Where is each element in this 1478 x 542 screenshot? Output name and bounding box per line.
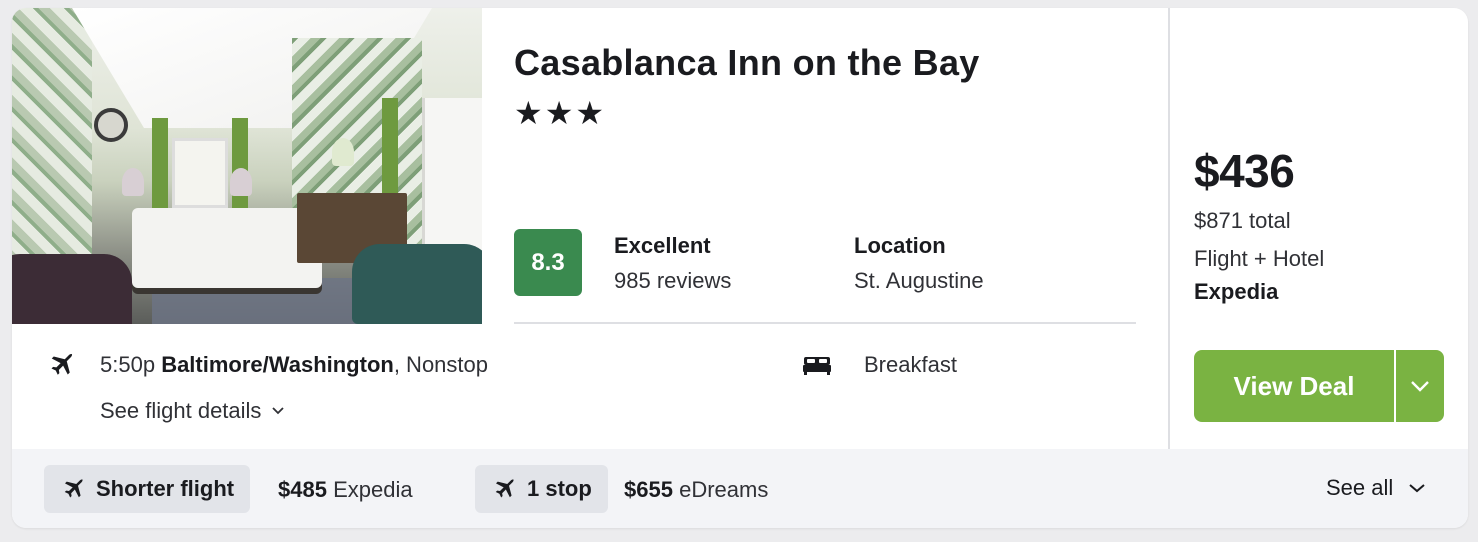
location-value: St. Augustine xyxy=(854,268,984,293)
see-all-button[interactable]: See all xyxy=(1326,475,1427,501)
chip-label: Shorter flight xyxy=(96,476,235,501)
score-badge: 8.3 xyxy=(514,229,582,296)
package-type: Flight + Hotel xyxy=(1194,246,1325,271)
chevron-down-icon xyxy=(272,407,285,415)
flight-summary: 5:50p Baltimore/Washington, Nonstop xyxy=(100,352,488,378)
flight-details-toggle[interactable]: See flight details xyxy=(100,398,285,424)
rating-label: Excellent xyxy=(614,233,711,258)
see-all-label: See all xyxy=(1326,475,1394,500)
vertical-divider xyxy=(1168,8,1170,449)
plane-icon xyxy=(64,479,83,498)
departure-time: 5:50p xyxy=(100,352,156,377)
hotel-deal-card[interactable]: Casablanca Inn on the Bay ★★★ 8.3 Excell… xyxy=(12,8,1468,528)
chevron-down-icon xyxy=(1409,484,1425,493)
plane-icon xyxy=(495,479,514,498)
plane-icon xyxy=(51,353,73,375)
alt-provider: eDreams xyxy=(679,477,769,502)
location-label: Location xyxy=(854,233,946,258)
divider xyxy=(514,322,1136,324)
deal-provider: Expedia xyxy=(1194,279,1279,304)
alt-price-value: $655 xyxy=(624,477,673,502)
alternative-price-2[interactable]: $655 eDreams xyxy=(624,477,768,503)
hotel-name[interactable]: Casablanca Inn on the Bay xyxy=(514,42,980,84)
view-deal-button[interactable]: View Deal xyxy=(1194,350,1394,422)
departure-airport: Baltimore/Washington xyxy=(161,352,394,377)
deal-dropdown-button[interactable] xyxy=(1396,350,1444,422)
hotel-photo[interactable] xyxy=(12,8,482,324)
alt-provider: Expedia xyxy=(333,477,413,502)
chip-shorter-flight[interactable]: Shorter flight xyxy=(44,465,251,513)
chip-label: 1 stop xyxy=(527,476,592,501)
alternative-deals-bar: Shorter flight $485 Expedia 1 stop $655 … xyxy=(12,449,1468,528)
nightly-price: $436 xyxy=(1194,145,1295,197)
stops-info: , Nonstop xyxy=(393,352,488,377)
total-price: $871 total xyxy=(1194,208,1291,233)
bed-icon xyxy=(803,357,831,375)
flight-details-label: See flight details xyxy=(100,398,262,423)
star-rating: ★★★ xyxy=(514,95,607,131)
amenity-breakfast: Breakfast xyxy=(864,352,957,377)
chevron-down-icon xyxy=(1411,381,1429,392)
chip-1-stop[interactable]: 1 stop xyxy=(475,465,608,513)
review-count: 985 reviews xyxy=(614,268,732,293)
alt-price-value: $485 xyxy=(278,477,327,502)
alternative-price-1[interactable]: $485 Expedia xyxy=(278,477,413,503)
